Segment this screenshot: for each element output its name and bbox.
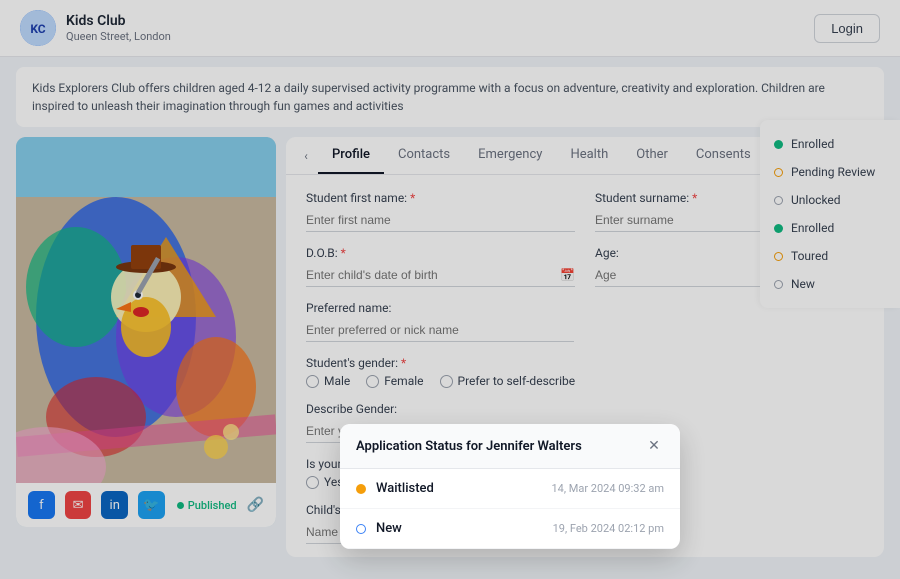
modal-date-new: 19, Feb 2024 02:12 pm	[553, 522, 664, 535]
modal-item-waitlisted[interactable]: Waitlisted 14, Mar 2024 09:32 am	[340, 469, 680, 509]
modal-date-waitlisted: 14, Mar 2024 09:32 am	[551, 482, 664, 495]
modal-dot-waitlisted	[356, 484, 366, 494]
modal-header: Application Status for Jennifer Walters …	[340, 424, 680, 469]
modal-label-new: New	[376, 521, 402, 536]
application-status-modal: Application Status for Jennifer Walters …	[340, 424, 680, 549]
modal-item-new[interactable]: New 19, Feb 2024 02:12 pm	[340, 509, 680, 549]
modal-dot-new	[356, 524, 366, 534]
modal-title: Application Status for Jennifer Walters	[356, 439, 582, 454]
modal-close-button[interactable]: ✕	[644, 436, 664, 456]
modal-overlay: Application Status for Jennifer Walters …	[0, 0, 900, 579]
modal-label-waitlisted: Waitlisted	[376, 481, 434, 496]
